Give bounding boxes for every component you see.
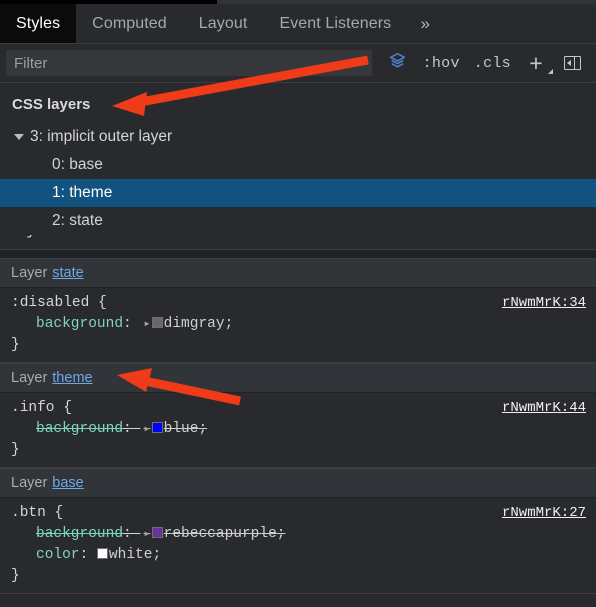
css-layers-icon <box>389 52 406 74</box>
tab-event-listeners[interactable]: Event Listeners <box>263 4 407 43</box>
layer-tree-clipped-row: } <box>0 235 596 250</box>
rule-close-brace: } <box>11 568 20 584</box>
declaration-value[interactable]: rebeccapurple <box>164 526 277 542</box>
layer-tree-row-state[interactable]: 2: state <box>0 207 596 235</box>
style-rule-info: .info { rNwmMrK:44 background: ▸ blue; } <box>0 393 596 468</box>
declaration-property[interactable]: background <box>36 421 123 437</box>
declaration-color[interactable]: color: white; <box>0 545 596 566</box>
declaration-background[interactable]: background: ▸ rebeccapurple; <box>0 524 596 545</box>
rule-source-link[interactable]: rNwmMrK:27 <box>502 503 586 524</box>
css-layers-toggle-button[interactable] <box>380 49 416 77</box>
layer-tree-row-theme[interactable]: 1: theme <box>0 179 596 207</box>
color-swatch[interactable] <box>96 548 108 559</box>
toggle-computed-sidebar-button[interactable] <box>554 49 590 77</box>
plus-icon: + <box>529 49 543 76</box>
tab-styles-label: Styles <box>16 14 61 32</box>
layer-header-base: Layer base <box>0 468 596 498</box>
declaration-background[interactable]: background: ▸ dimgray; <box>0 314 596 335</box>
rule-selector[interactable]: .info { <box>11 398 72 419</box>
pane-separator[interactable] <box>0 250 596 258</box>
plus-dropdown-caret-icon <box>548 69 553 74</box>
rule-selector[interactable]: :disabled { <box>11 293 107 314</box>
tab-overflow-button[interactable]: » <box>407 4 443 43</box>
chevron-down-icon[interactable] <box>12 134 26 140</box>
expand-shorthand-icon[interactable]: ▸ <box>140 422 151 436</box>
toggle-pseudo-states-button[interactable]: :hov <box>416 49 467 77</box>
sidebar-toggle-icon <box>563 56 581 70</box>
hov-label: :hov <box>422 54 460 72</box>
rule-selector-row: :disabled { rNwmMrK:34 <box>0 293 596 314</box>
layer-link-theme[interactable]: theme <box>52 370 92 386</box>
layer-tree-row-label: 2: state <box>52 212 103 229</box>
cls-label: .cls <box>473 54 511 72</box>
filter-input[interactable] <box>6 50 372 76</box>
rule-source-link[interactable]: rNwmMrK:44 <box>502 398 586 419</box>
color-swatch[interactable] <box>151 422 163 433</box>
declaration-value[interactable]: blue <box>164 421 199 437</box>
layer-header-state: Layer state <box>0 258 596 288</box>
tab-event-listeners-label: Event Listeners <box>279 14 392 32</box>
css-layers-tree: 3: implicit outer layer 0: base 1: theme… <box>0 123 596 250</box>
layer-tree-row-label: 1: theme <box>52 184 113 201</box>
layer-tree-row-label: 0: base <box>52 156 103 173</box>
panel-tab-bar: Styles Computed Layout Event Listeners » <box>0 4 596 44</box>
css-layers-title: CSS layers <box>0 83 596 123</box>
layer-header-prefix: Layer <box>11 265 48 281</box>
devtools-styles-panel: Styles Computed Layout Event Listeners » <box>0 0 596 607</box>
rule-close-brace: } <box>11 337 20 353</box>
tab-computed[interactable]: Computed <box>76 4 183 43</box>
style-rule-btn: .btn { rNwmMrK:27 background: ▸ rebeccapu… <box>0 498 596 594</box>
clipped-brace-glyph: } <box>26 235 35 239</box>
style-rule-disabled: :disabled { rNwmMrK:34 background: ▸ dimg… <box>0 288 596 363</box>
layer-link-base[interactable]: base <box>52 475 83 491</box>
declaration-background[interactable]: background: ▸ blue; <box>0 419 596 440</box>
layer-link-state[interactable]: state <box>52 265 83 281</box>
rule-selector-row: .btn { rNwmMrK:27 <box>0 503 596 524</box>
layer-tree-row-label: 3: implicit outer layer <box>30 128 173 145</box>
toggle-element-classes-button[interactable]: .cls <box>467 49 518 77</box>
color-swatch[interactable] <box>151 317 163 328</box>
tab-computed-label: Computed <box>92 14 167 32</box>
declaration-property[interactable]: background <box>36 526 123 542</box>
rule-selector[interactable]: .btn { <box>11 503 63 524</box>
tab-styles[interactable]: Styles <box>0 4 77 43</box>
styles-toolbar: :hov .cls + <box>0 44 596 83</box>
rule-close-brace: } <box>11 442 20 458</box>
expand-shorthand-icon[interactable]: ▸ <box>140 317 151 331</box>
layer-header-prefix: Layer <box>11 370 48 386</box>
chevron-double-right-icon: » <box>420 13 430 33</box>
declaration-value[interactable]: white <box>109 547 153 563</box>
tab-layout[interactable]: Layout <box>183 4 264 43</box>
layer-tree-row-implicit-outer-layer[interactable]: 3: implicit outer layer <box>0 123 596 151</box>
declaration-property[interactable]: color <box>36 547 80 563</box>
layer-header-prefix: Layer <box>11 475 48 491</box>
rule-selector-row: .info { rNwmMrK:44 <box>0 398 596 419</box>
layer-tree-row-base[interactable]: 0: base <box>0 151 596 179</box>
color-swatch[interactable] <box>151 527 163 538</box>
layer-header-theme: Layer theme <box>0 363 596 393</box>
rule-source-link[interactable]: rNwmMrK:34 <box>502 293 586 314</box>
declaration-property[interactable]: background <box>36 316 123 332</box>
declaration-value[interactable]: dimgray <box>164 316 225 332</box>
expand-shorthand-icon[interactable]: ▸ <box>140 527 151 541</box>
new-style-rule-button[interactable]: + <box>518 49 554 77</box>
tab-layout-label: Layout <box>198 14 248 32</box>
